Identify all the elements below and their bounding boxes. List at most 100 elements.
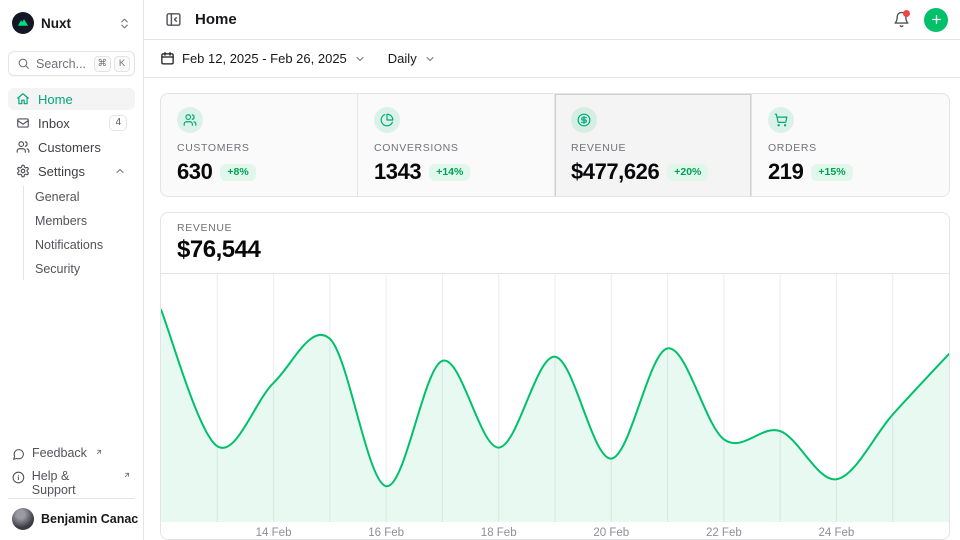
x-axis-tick-label: 18 Feb <box>481 527 517 539</box>
avatar <box>12 508 34 530</box>
period-select[interactable]: Daily <box>388 51 436 66</box>
stat-card-customers[interactable]: CUSTOMERS 630 +8% <box>161 94 358 197</box>
sidebar-item-security[interactable]: Security <box>35 258 135 280</box>
sidebar-item-label: Inbox <box>38 116 70 131</box>
kbd-cmd: ⌘ <box>94 56 112 72</box>
users-icon <box>177 107 203 133</box>
user-menu[interactable]: Benjamin Canac <box>8 498 135 530</box>
x-axis-tick-label: 20 Feb <box>593 527 629 539</box>
sidebar-item-notifications[interactable]: Notifications <box>35 234 135 256</box>
stat-value: 219 <box>768 159 803 185</box>
notifications-button[interactable] <box>888 7 914 33</box>
app-window: Nuxt Search... ⌘ K Home Inbox 4 Cu <box>0 0 960 540</box>
sidebar-item-customers[interactable]: Customers <box>8 136 135 158</box>
search-icon <box>17 57 30 70</box>
chevron-up-icon <box>113 165 127 177</box>
sub-item-label: Notifications <box>35 238 103 252</box>
stat-card-orders[interactable]: ORDERS 219 +15% <box>752 94 949 197</box>
date-range-picker[interactable]: Feb 12, 2025 - Feb 26, 2025 <box>160 51 366 66</box>
x-axis-tick-label: 24 Feb <box>819 527 855 539</box>
chart-svg <box>161 274 949 522</box>
users-icon <box>16 140 30 154</box>
inbox-icon <box>16 116 30 130</box>
chevron-updown-icon <box>118 17 131 30</box>
sidebar-item-home[interactable]: Home <box>8 88 135 110</box>
add-button[interactable] <box>924 8 948 32</box>
stat-delta-badge: +14% <box>429 164 470 181</box>
search-shortcut: ⌘ K <box>94 56 131 72</box>
sub-item-label: General <box>35 190 79 204</box>
workspace-name: Nuxt <box>41 16 71 31</box>
home-icon <box>16 92 30 106</box>
page-title: Home <box>195 11 237 28</box>
chevron-down-icon <box>424 53 436 65</box>
inbox-count-badge: 4 <box>109 115 127 131</box>
cart-icon <box>768 107 794 133</box>
external-link-icon <box>95 448 103 456</box>
search-placeholder: Search... <box>36 57 88 71</box>
period-value: Daily <box>388 51 417 66</box>
stat-delta-badge: +8% <box>220 164 255 181</box>
x-axis-tick-label: 14 Feb <box>256 527 292 539</box>
sidebar-nav: Home Inbox 4 Customers Settings General … <box>8 88 135 282</box>
sidebar-item-label: Settings <box>38 164 85 179</box>
sidebar-item-inbox[interactable]: Inbox 4 <box>8 112 135 134</box>
stat-card-conversions[interactable]: CONVERSIONS 1343 +14% <box>358 94 555 197</box>
panel-left-close-icon <box>165 11 182 28</box>
chart-pie-icon <box>374 107 400 133</box>
date-range-value: Feb 12, 2025 - Feb 26, 2025 <box>182 51 347 66</box>
chart-header: REVENUE $76,544 <box>161 213 949 274</box>
stat-label: CONVERSIONS <box>374 142 538 154</box>
kbd-k: K <box>114 56 130 72</box>
help-support-label: Help & Support <box>32 469 115 497</box>
message-bubble-icon <box>12 448 25 461</box>
nuxt-logo-icon <box>12 12 34 34</box>
main-area: Home Feb 12, 2025 - Feb 26, 2025 Daily <box>144 0 960 540</box>
chevron-down-icon <box>354 53 366 65</box>
sidebar-item-label: Customers <box>38 140 101 155</box>
gear-icon <box>16 164 30 178</box>
sidebar-item-members[interactable]: Members <box>35 210 135 232</box>
stat-value: 1343 <box>374 159 421 185</box>
header-actions <box>888 7 948 33</box>
plus-icon <box>930 13 943 26</box>
stat-delta-badge: +20% <box>667 164 708 181</box>
sub-item-label: Security <box>35 262 80 276</box>
dashboard-content: CUSTOMERS 630 +8% CONVERSIONS 1343 +14% <box>144 78 960 540</box>
feedback-link[interactable]: Feedback <box>12 446 131 466</box>
workspace-switcher[interactable]: Nuxt <box>8 10 135 36</box>
chart-metric-label: REVENUE <box>177 222 933 234</box>
stat-label: CUSTOMERS <box>177 142 341 154</box>
sub-item-label: Members <box>35 214 87 228</box>
sidebar-item-settings[interactable]: Settings <box>8 160 135 182</box>
stat-card-revenue[interactable]: REVENUE $477,626 +20% <box>555 94 752 197</box>
calendar-icon <box>160 51 175 66</box>
stat-label: ORDERS <box>768 142 933 154</box>
sidebar: Nuxt Search... ⌘ K Home Inbox 4 Cu <box>0 0 144 540</box>
stat-delta-badge: +15% <box>811 164 852 181</box>
revenue-chart-card: REVENUE $76,544 14 Feb 16 Feb 18 Feb 20 Feb… <box>160 212 950 540</box>
feedback-label: Feedback <box>32 446 87 460</box>
revenue-area-chart[interactable] <box>161 274 949 522</box>
external-link-icon <box>123 471 131 479</box>
stats-row: CUSTOMERS 630 +8% CONVERSIONS 1343 +14% <box>160 93 950 197</box>
sidebar-item-general[interactable]: General <box>35 186 135 208</box>
x-axis-tick-label: 22 Feb <box>706 527 742 539</box>
info-circle-icon <box>12 471 25 484</box>
chart-metric-value: $76,544 <box>177 236 933 264</box>
chart-x-axis: 14 Feb 16 Feb 18 Feb 20 Feb 22 Feb 24 Feb <box>161 522 949 540</box>
stat-label: REVENUE <box>571 142 735 154</box>
notification-dot <box>903 10 910 17</box>
circle-dollar-icon <box>571 107 597 133</box>
search-input[interactable]: Search... ⌘ K <box>8 51 135 76</box>
settings-submenu: General Members Notifications Security <box>23 186 135 280</box>
sidebar-item-label: Home <box>38 92 73 107</box>
sidebar-footer-links: Feedback Help & Support <box>8 446 135 489</box>
sidebar-collapse-button[interactable] <box>160 7 186 33</box>
x-axis-tick-label: 16 Feb <box>368 527 404 539</box>
sidebar-spacer <box>8 282 135 446</box>
user-name: Benjamin Canac <box>41 512 138 526</box>
top-header: Home <box>144 0 960 40</box>
help-support-link[interactable]: Help & Support <box>12 469 131 489</box>
stat-value: 630 <box>177 159 212 185</box>
